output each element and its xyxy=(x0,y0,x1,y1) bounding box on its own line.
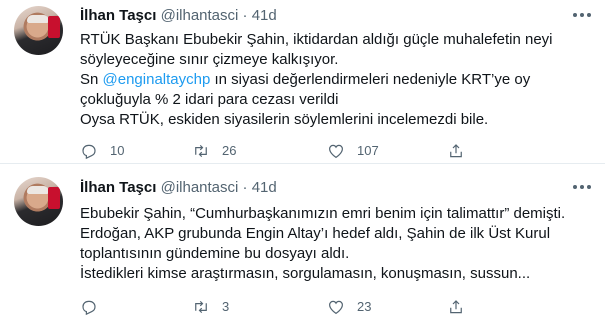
timestamp[interactable]: 41d xyxy=(252,7,277,24)
tweet-header: İlhan Taşcı @ilhantasci · 41d xyxy=(80,178,277,198)
tweet-header: İlhan Taşcı @ilhantasci · 41d xyxy=(80,6,277,26)
reply-icon xyxy=(82,300,96,316)
heart-icon xyxy=(329,144,343,159)
mention-link[interactable]: @enginaltaychp xyxy=(103,71,211,88)
tweet-line: RTÜK Başkanı Ebubekir Şahin, iktidardan … xyxy=(80,31,553,48)
like-count: 23 xyxy=(357,299,372,314)
text-fragment: Sn xyxy=(80,71,103,88)
retweet-icon xyxy=(195,144,207,158)
share-button[interactable] xyxy=(447,141,465,161)
reply-button[interactable]: 10 xyxy=(80,141,124,161)
tweet-line: söyleyeceğine sınır çizmeye kalkışıyor. xyxy=(80,51,339,68)
like-count: 107 xyxy=(357,143,379,158)
more-options-icon[interactable] xyxy=(573,182,591,192)
avatar-hair xyxy=(27,186,49,194)
share-button[interactable] xyxy=(447,297,465,317)
action-bar: 10 26 107 xyxy=(80,141,480,161)
tweet-line: Ebubekir Şahin, “Cumhurbaşkanımızın emri… xyxy=(80,205,566,222)
avatar[interactable] xyxy=(14,6,63,55)
author-handle[interactable]: @ilhantasci xyxy=(161,179,239,196)
author-handle[interactable]: @ilhantasci xyxy=(161,7,239,24)
retweet-icon xyxy=(195,300,207,314)
retweet-button[interactable]: 26 xyxy=(192,141,236,161)
reply-button[interactable] xyxy=(80,297,110,317)
author-name[interactable]: İlhan Taşcı xyxy=(80,179,156,196)
like-button[interactable]: 23 xyxy=(327,297,371,317)
heart-icon xyxy=(329,300,343,315)
tweet-line: Erdoğan, AKP grubunda Engin Altay’ı hede… xyxy=(80,225,551,242)
retweet-button[interactable]: 3 xyxy=(192,297,229,317)
avatar[interactable] xyxy=(14,177,63,226)
like-button[interactable]: 107 xyxy=(327,141,379,161)
retweet-count: 3 xyxy=(222,299,230,314)
tweet-line: Oysa RTÜK, eskiden siyasilerin söylemler… xyxy=(80,111,489,128)
tweet-text: RTÜK Başkanı Ebubekir Şahin, iktidardan … xyxy=(80,30,585,130)
share-icon xyxy=(450,300,462,314)
author-name[interactable]: İlhan Taşcı xyxy=(80,7,156,24)
tweet[interactable]: İlhan Taşcı @ilhantasci · 41d Ebubekir Ş… xyxy=(0,164,605,331)
avatar-flag xyxy=(48,187,60,209)
tweet-text: Ebubekir Şahin, “Cumhurbaşkanımızın emri… xyxy=(80,204,585,284)
share-icon xyxy=(450,144,462,158)
separator-dot: · xyxy=(242,179,248,196)
tweet-line: çokluğuyla % 2 idari para cezası verildi xyxy=(80,91,339,108)
tweet-line: İstedikleri kimse araştırmasın, sorgulam… xyxy=(80,265,531,282)
more-options-icon[interactable] xyxy=(573,10,591,20)
separator-dot: · xyxy=(242,7,248,24)
avatar-hair xyxy=(27,15,49,23)
retweet-count: 26 xyxy=(222,143,237,158)
reply-icon xyxy=(82,144,96,160)
tweet-line: Sn @enginaltaychp ın siyasi değerlendirm… xyxy=(80,70,585,90)
tweet-line: toplantısının gündemine bu dosyayı aldı. xyxy=(80,245,350,262)
text-fragment: ın siyasi değerlendirmeleri nedeniyle KR… xyxy=(210,71,531,88)
reply-count: 10 xyxy=(110,143,125,158)
timestamp[interactable]: 41d xyxy=(252,179,277,196)
tweet[interactable]: İlhan Taşcı @ilhantasci · 41d RTÜK Başka… xyxy=(0,0,605,163)
action-bar: 3 23 xyxy=(80,297,480,317)
avatar-flag xyxy=(48,16,60,38)
